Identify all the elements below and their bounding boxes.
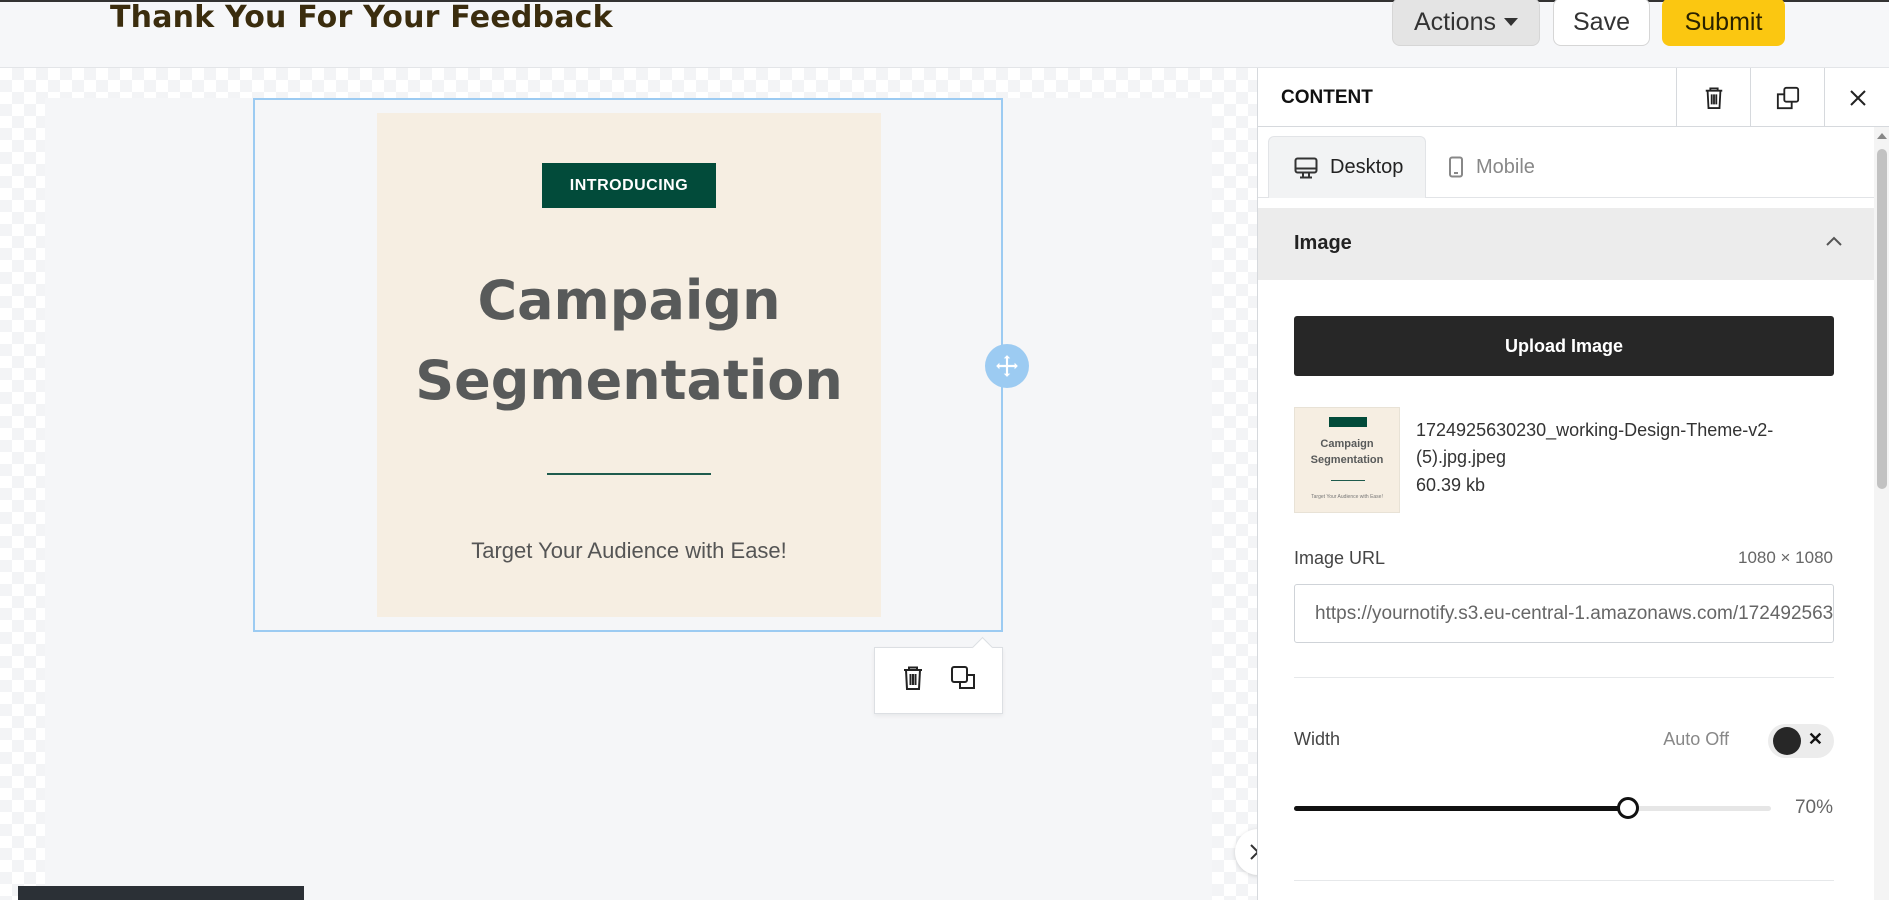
move-icon bbox=[996, 355, 1018, 377]
thumb-subline: Target Your Audience with Ease! bbox=[1311, 494, 1383, 500]
panel-scrollbar[interactable] bbox=[1874, 127, 1889, 900]
move-handle[interactable] bbox=[985, 344, 1029, 388]
scroll-up-icon[interactable] bbox=[1877, 133, 1887, 139]
duplicate-icon bbox=[1776, 86, 1799, 109]
page-title: Thank You For Your Feedback bbox=[110, 0, 613, 35]
trash-icon bbox=[904, 666, 923, 690]
thumb-headline-1: Campaign bbox=[1320, 438, 1374, 450]
duplicate-icon bbox=[950, 666, 975, 689]
tab-mobile-label: Mobile bbox=[1476, 155, 1535, 178]
bottom-notification-bar bbox=[18, 886, 304, 900]
image-divider bbox=[547, 473, 711, 475]
content-panel: CONTENT Desktop Mobile Image Upload Imag… bbox=[1257, 68, 1889, 900]
divider bbox=[1294, 880, 1834, 881]
scrollbar-thumb[interactable] bbox=[1877, 149, 1887, 489]
duplicate-button[interactable] bbox=[1750, 68, 1824, 127]
submit-button[interactable]: Submit bbox=[1662, 0, 1785, 46]
device-tabs: Desktop Mobile bbox=[1258, 136, 1874, 198]
image-thumbnail: Campaign Segmentation Target Your Audien… bbox=[1294, 407, 1400, 513]
save-button[interactable]: Save bbox=[1553, 0, 1650, 46]
top-bar: Thank You For Your Feedback Actions Save… bbox=[0, 0, 1889, 68]
width-label: Width bbox=[1294, 729, 1341, 749]
desktop-icon bbox=[1294, 157, 1318, 178]
width-value: 70% bbox=[1794, 797, 1833, 818]
trash-icon bbox=[1705, 86, 1722, 109]
image-subline: Target Your Audience with Ease! bbox=[471, 538, 787, 563]
file-size: 60.39 kb bbox=[1416, 475, 1486, 495]
actions-label: Actions bbox=[1414, 7, 1496, 36]
divider bbox=[1294, 677, 1834, 678]
auto-width-toggle[interactable]: ✕ bbox=[1768, 724, 1834, 758]
image-headline: Campaign Segmentation bbox=[377, 261, 881, 421]
thumb-badge bbox=[1329, 417, 1367, 427]
headline-line-2: Segmentation bbox=[415, 349, 843, 412]
tab-desktop-label: Desktop bbox=[1330, 156, 1404, 178]
delete-button[interactable] bbox=[1676, 68, 1750, 127]
toggle-knob bbox=[1773, 727, 1801, 755]
panel-header: CONTENT bbox=[1258, 68, 1889, 127]
image-url-input[interactable]: https://yournotify.s3.eu-central-1.amazo… bbox=[1294, 584, 1834, 643]
delete-block-button[interactable] bbox=[901, 665, 925, 696]
thumb-headline-2: Segmentation bbox=[1310, 454, 1384, 466]
close-panel-button[interactable] bbox=[1824, 68, 1889, 127]
block-toolbar bbox=[874, 647, 1003, 714]
auto-width-label: Auto Off bbox=[1663, 729, 1729, 749]
thumb-divider bbox=[1331, 480, 1365, 481]
upload-image-button[interactable]: Upload Image bbox=[1294, 316, 1834, 376]
chevron-up-icon bbox=[1826, 236, 1842, 246]
introducing-badge: INTRODUCING bbox=[542, 163, 716, 208]
toggle-off-icon: ✕ bbox=[1807, 729, 1823, 749]
close-icon bbox=[1849, 89, 1866, 106]
panel-title: CONTENT bbox=[1281, 87, 1373, 108]
width-slider[interactable] bbox=[1294, 797, 1771, 819]
tab-desktop[interactable]: Desktop bbox=[1268, 136, 1426, 198]
duplicate-block-button[interactable] bbox=[950, 665, 976, 696]
width-slider-handle[interactable] bbox=[1616, 797, 1639, 819]
mobile-icon bbox=[1449, 156, 1463, 178]
actions-button[interactable]: Actions bbox=[1392, 0, 1540, 46]
image-section-header[interactable]: Image bbox=[1258, 208, 1874, 280]
image-dimensions: 1080 × 1080 bbox=[1737, 548, 1833, 567]
caret-down-icon bbox=[1503, 18, 1518, 26]
tab-mobile[interactable]: Mobile bbox=[1448, 136, 1535, 198]
section-title: Image bbox=[1294, 232, 1352, 254]
file-name: 1724925630230_working-Design-Theme-v2-(5… bbox=[1416, 420, 1774, 467]
campaign-image[interactable]: INTRODUCING Campaign Segmentation Target… bbox=[377, 113, 881, 617]
width-slider-fill bbox=[1294, 806, 1628, 811]
image-url-label: Image URL bbox=[1294, 548, 1386, 568]
headline-line-1: Campaign bbox=[477, 269, 781, 332]
